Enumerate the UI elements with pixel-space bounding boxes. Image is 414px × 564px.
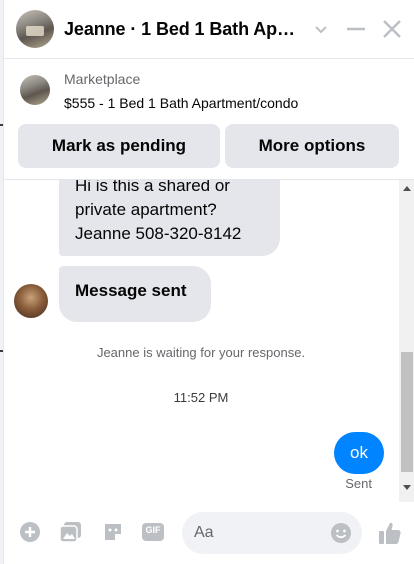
chevron-down-icon[interactable] — [314, 22, 328, 40]
scrollbar[interactable] — [399, 180, 414, 502]
conversation-title[interactable]: Jeanne · 1 Bed 1 Bath Apar... — [64, 19, 300, 40]
message-timestamp: 11:52 PM — [173, 390, 229, 405]
sender-avatar[interactable] — [14, 284, 48, 318]
delivery-status: Sent — [345, 476, 372, 491]
marketplace-label: Marketplace — [64, 71, 141, 87]
message-composer: GIF — [4, 503, 414, 564]
photo-icon[interactable] — [59, 520, 83, 544]
scrollbar-thumb[interactable] — [401, 352, 413, 472]
like-icon[interactable] — [376, 519, 404, 547]
emoji-icon[interactable] — [330, 522, 352, 544]
plus-icon[interactable] — [18, 520, 42, 544]
chat-header[interactable]: Jeanne · 1 Bed 1 Bath Apar... — [4, 0, 414, 58]
chat-window: Jeanne · 1 Bed 1 Bath Apar... Marketplac… — [3, 0, 414, 564]
message-thread: Hi is this a shared or private apartment… — [4, 180, 398, 502]
mark-as-pending-button[interactable]: Mark as pending — [18, 124, 220, 168]
scroll-down-arrow-icon[interactable] — [403, 485, 411, 490]
waiting-status: Jeanne is waiting for your response. — [96, 345, 306, 360]
outgoing-message: ok — [334, 432, 384, 474]
gif-icon[interactable]: GIF — [141, 520, 165, 544]
minimize-icon[interactable] — [345, 19, 367, 44]
incoming-message: Message sent — [59, 266, 211, 322]
avatar[interactable] — [16, 10, 54, 48]
listing-title[interactable]: $555 - 1 Bed 1 Bath Apartment/condo — [64, 95, 298, 111]
more-options-button[interactable]: More options — [225, 124, 399, 168]
gif-label: GIF — [145, 525, 161, 535]
close-icon[interactable] — [381, 18, 403, 45]
incoming-message: Hi is this a shared or private apartment… — [59, 180, 280, 256]
marketplace-card: Marketplace $555 - 1 Bed 1 Bath Apartmen… — [4, 59, 414, 179]
listing-thumbnail[interactable] — [20, 75, 50, 105]
scroll-up-arrow-icon[interactable] — [403, 186, 411, 191]
sticker-icon[interactable] — [101, 520, 125, 544]
